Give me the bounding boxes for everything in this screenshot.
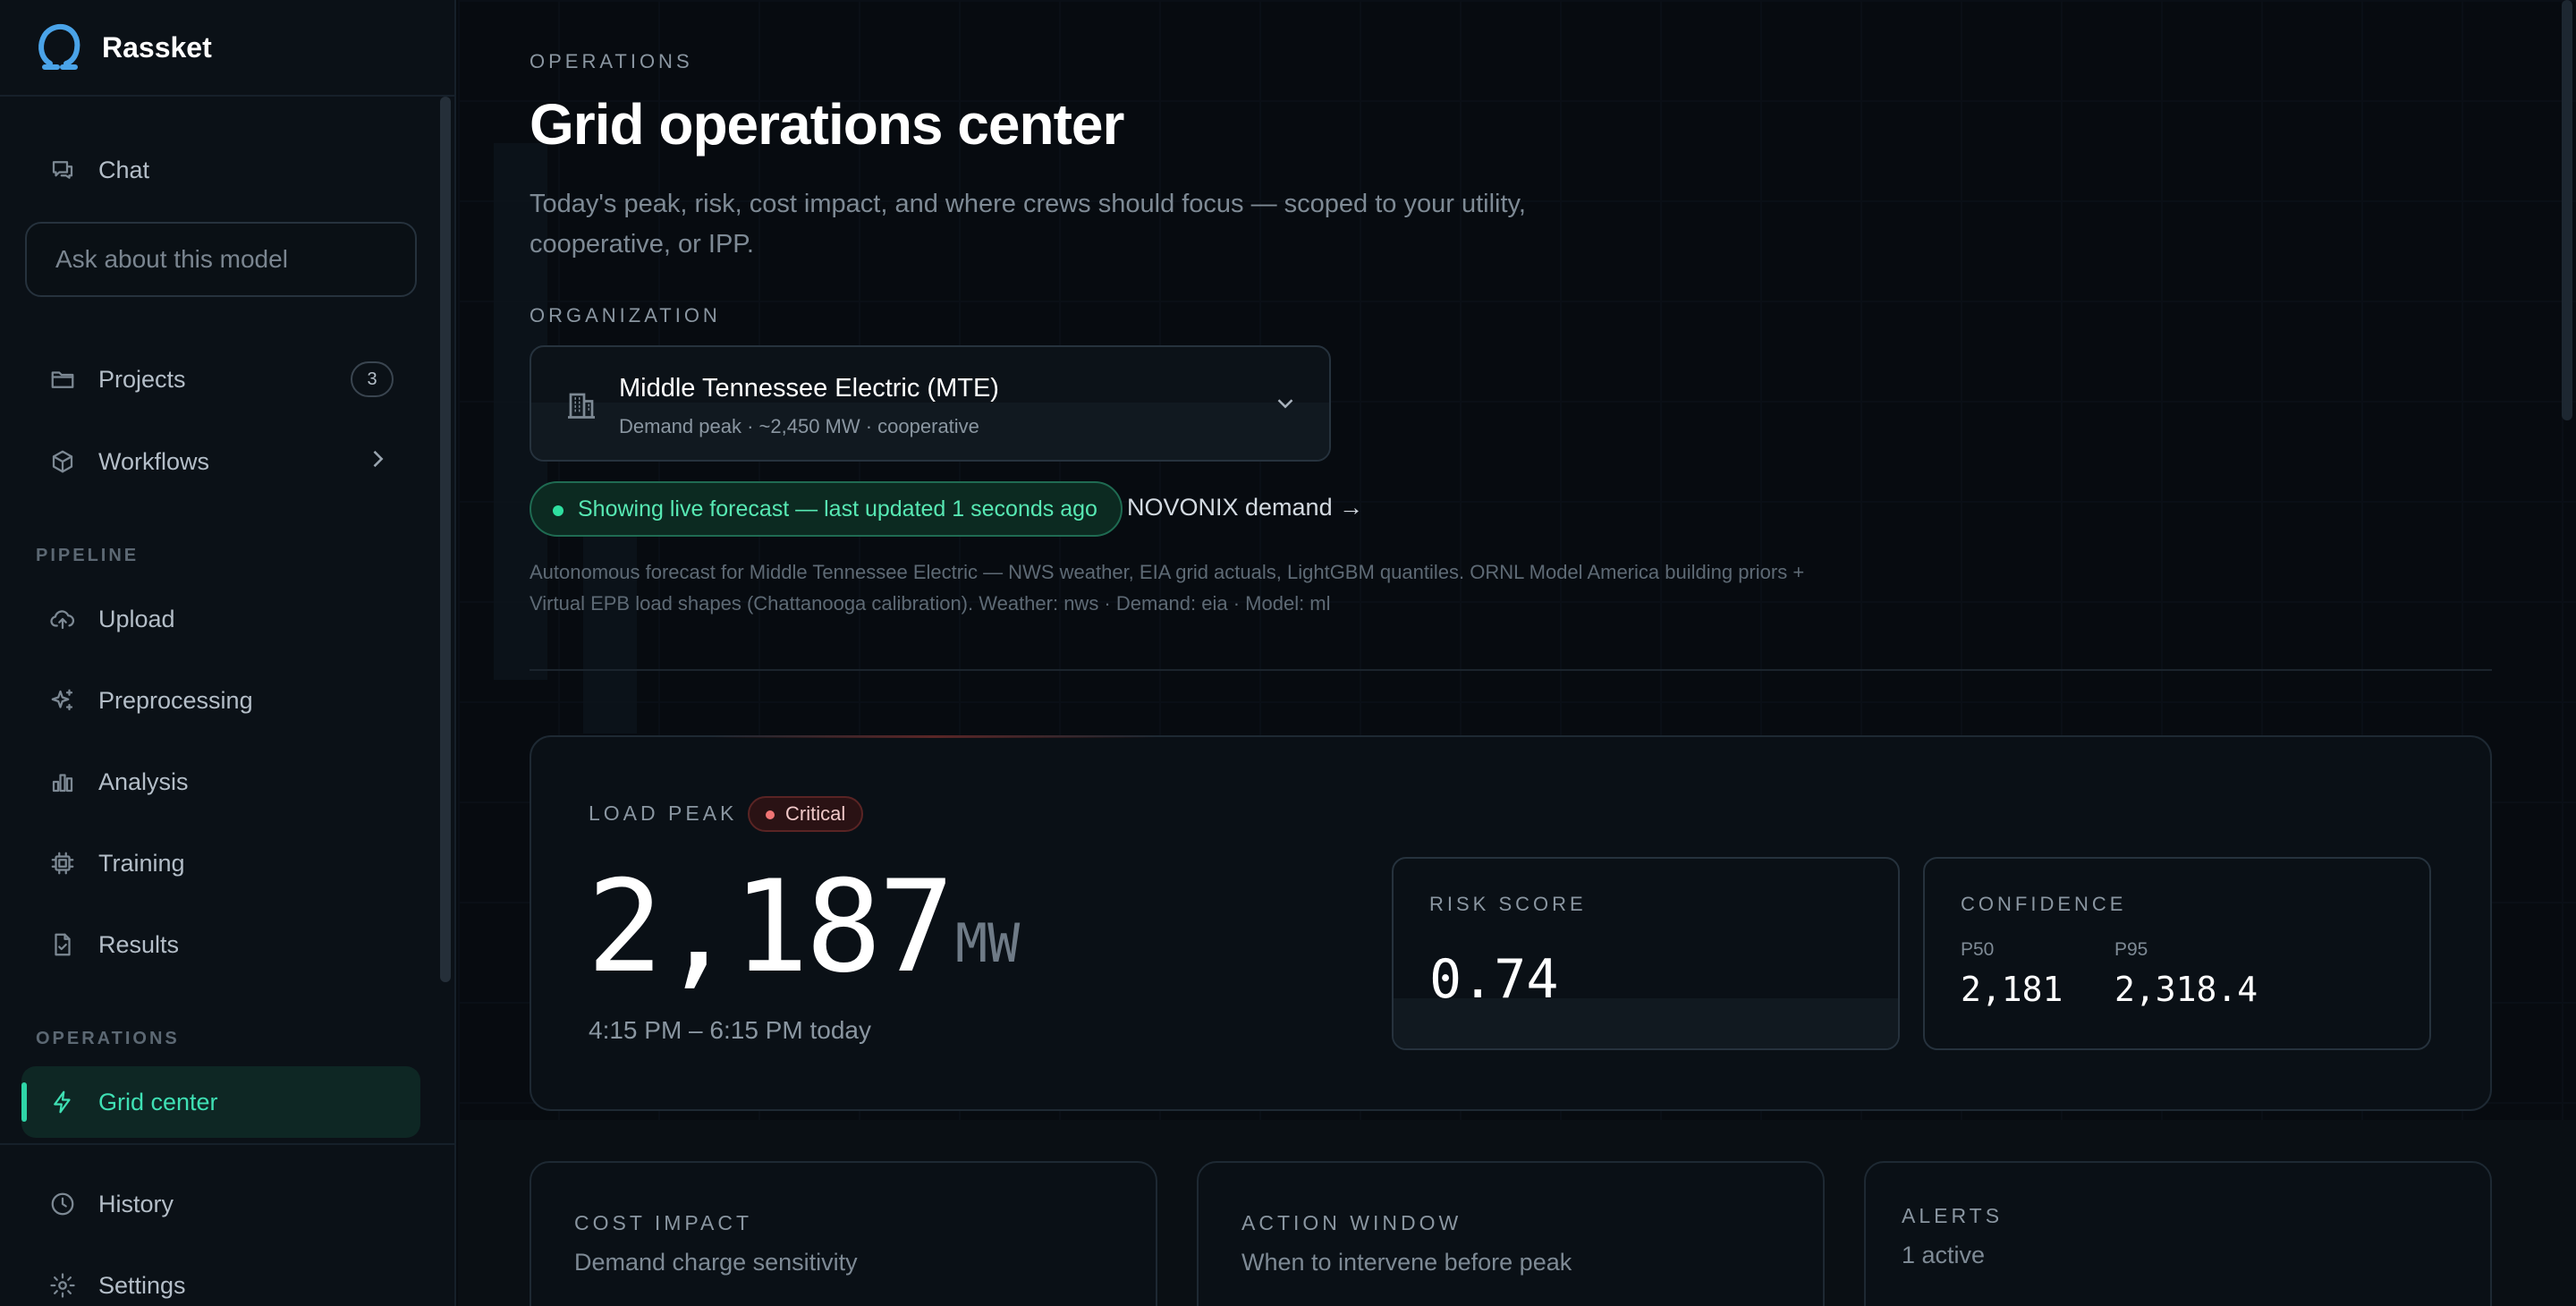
page-eyebrow: OPERATIONS — [530, 50, 693, 72]
sidebar-item-label: Grid center — [98, 1088, 218, 1115]
chevron-right-icon — [365, 446, 390, 478]
sidebar-item-analysis[interactable]: Analysis — [21, 746, 420, 818]
sidebar-item-label: Upload — [98, 605, 175, 632]
load-peak-value: 2,187 — [587, 853, 954, 1001]
sidebar-scrollbar-thumb[interactable] — [440, 97, 451, 982]
action-window-label: ACTION WINDOW — [1241, 1211, 1462, 1234]
rassket-logo-icon — [38, 23, 80, 70]
sidebar: Rassket Chat Projects 3 Workflows PIPELI… — [0, 0, 456, 1306]
action-window-subtitle: When to intervene before peak — [1241, 1249, 1572, 1276]
ask-model-input[interactable] — [25, 222, 417, 297]
sidebar-item-training[interactable]: Training — [21, 827, 420, 899]
alerts-label: ALERTS — [1902, 1204, 2004, 1227]
sidebar-item-preprocessing[interactable]: Preprocessing — [21, 665, 420, 736]
sidebar-divider — [0, 1143, 454, 1145]
sidebar-item-label: Chat — [98, 156, 150, 183]
alerts-card[interactable]: ALERTS 1 active — [1864, 1161, 2492, 1306]
risk-score-label: RISK SCORE — [1429, 893, 1587, 915]
sidebar-item-label: Analysis — [98, 767, 189, 795]
app-name: Rassket — [102, 30, 212, 64]
load-peak-label: LOAD PEAK — [589, 801, 738, 825]
sidebar-item-label: Results — [98, 930, 180, 958]
cube-icon — [48, 447, 77, 476]
main-content: OPERATIONS Grid operations center Today'… — [458, 0, 2576, 1306]
organization-meta: Demand peak · ~2,450 MW · cooperative — [619, 415, 979, 437]
main-scrollbar[interactable] — [2562, 0, 2572, 420]
p50-value: 2,181 — [1961, 970, 2063, 1009]
sidebar-item-chat[interactable]: Chat — [21, 134, 420, 206]
confidence-label: CONFIDENCE — [1961, 893, 2127, 915]
folder-icon — [48, 365, 77, 394]
sidebar-item-label: History — [98, 1190, 174, 1217]
sparkles-icon — [48, 686, 77, 715]
page-title: Grid operations center — [530, 92, 1124, 157]
chat-icon — [48, 156, 77, 184]
action-window-card[interactable]: ACTION WINDOW When to intervene before p… — [1197, 1161, 1825, 1306]
forecast-description: Autonomous forecast for Middle Tennessee… — [530, 561, 1805, 615]
page-subtitle: Today's peak, risk, cost impact, and whe… — [530, 190, 1526, 259]
sidebar-item-settings[interactable]: Settings — [21, 1250, 420, 1306]
p50-label: P50 — [1961, 939, 1995, 960]
lightning-icon — [48, 1088, 77, 1116]
sidebar-item-label: Projects — [98, 365, 186, 393]
p95-label: P95 — [2114, 939, 2148, 960]
file-check-icon — [48, 930, 77, 959]
cost-impact-subtitle: Demand charge sensitivity — [574, 1249, 858, 1276]
novonix-demand-link[interactable]: NOVONIX demand → — [1127, 494, 1363, 522]
p95-value: 2,318.4 — [2114, 970, 2258, 1009]
sidebar-item-label: Workflows — [98, 447, 210, 475]
load-peak-card: LOAD PEAK Critical 2,187 MW 4:15 PM – 6:… — [530, 735, 2492, 1111]
organization-name: Middle Tennessee Electric (MTE) — [619, 374, 999, 403]
pipeline-heading: PIPELINE — [36, 546, 140, 565]
cost-impact-card[interactable]: COST IMPACT Demand charge sensitivity — [530, 1161, 1157, 1306]
sidebar-item-upload[interactable]: Upload — [21, 583, 420, 655]
cpu-icon — [48, 849, 77, 878]
gear-icon — [48, 1271, 77, 1300]
section-divider — [530, 669, 2492, 671]
operations-heading: OPERATIONS — [36, 1029, 180, 1048]
sidebar-item-workflows[interactable]: Workflows — [21, 426, 420, 497]
live-forecast-status: Showing live forecast — last updated 1 s… — [530, 481, 1123, 537]
clock-icon — [48, 1190, 77, 1218]
risk-score-card: RISK SCORE 0.74 — [1392, 857, 1900, 1050]
sidebar-item-label: Training — [98, 849, 185, 877]
sidebar-item-history[interactable]: History — [21, 1168, 420, 1240]
risk-score-value: 0.74 — [1429, 948, 1559, 1011]
sidebar-item-label: Preprocessing — [98, 686, 253, 714]
cloud-upload-icon — [48, 605, 77, 633]
chevron-down-icon — [1272, 390, 1299, 421]
sidebar-item-grid-center[interactable]: Grid center — [21, 1066, 420, 1138]
building-icon — [565, 388, 597, 427]
organization-select[interactable]: Middle Tennessee Electric (MTE) Demand p… — [530, 345, 1331, 462]
sidebar-scrollbar[interactable] — [440, 97, 451, 982]
organization-label: ORGANIZATION — [530, 304, 721, 326]
load-peak-unit: MW — [955, 912, 1021, 975]
projects-count-badge: 3 — [351, 361, 394, 397]
cost-impact-label: COST IMPACT — [574, 1211, 753, 1234]
bar-chart-icon — [48, 767, 77, 796]
confidence-card: CONFIDENCE P50 2,181 P95 2,318.4 — [1923, 857, 2431, 1050]
sidebar-item-results[interactable]: Results — [21, 909, 420, 980]
severity-badge: Critical — [748, 796, 864, 832]
sidebar-item-projects[interactable]: Projects 3 — [21, 343, 420, 415]
brand[interactable]: Rassket — [0, 0, 454, 97]
sidebar-item-label: Settings — [98, 1271, 186, 1299]
alerts-count: 1 active — [1902, 1242, 1986, 1268]
load-peak-window: 4:15 PM – 6:15 PM today — [589, 1016, 871, 1044]
